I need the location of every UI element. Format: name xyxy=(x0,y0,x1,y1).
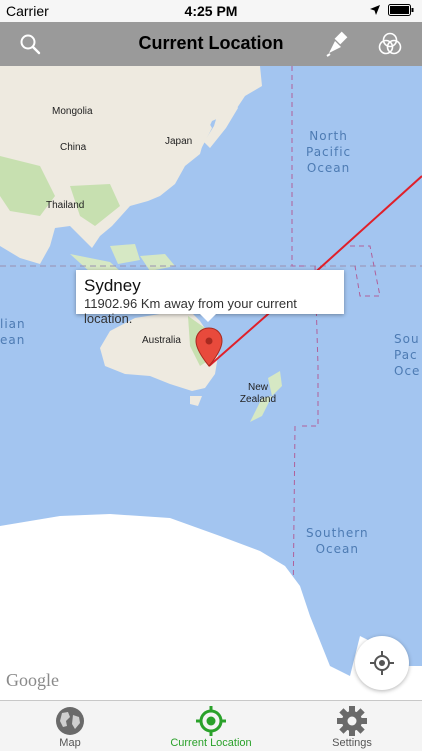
ocean-label-southern: Southern Ocean xyxy=(306,526,369,556)
tab-map[interactable]: Map xyxy=(0,701,140,751)
map-label-china: China xyxy=(60,142,87,153)
page-title: Current Location xyxy=(138,33,284,53)
tab-current-location-label: Current Location xyxy=(170,737,252,749)
nav-bar: Current Location xyxy=(0,22,422,66)
map-label-australia: Australia xyxy=(142,335,181,346)
map-label-new-zealand: New Zealand xyxy=(239,382,277,405)
map-label-mongolia: Mongolia xyxy=(52,106,93,117)
color-circles-icon[interactable] xyxy=(376,30,404,58)
asia-land xyxy=(0,66,262,264)
globe-icon xyxy=(56,707,84,735)
tab-current-location[interactable]: Current Location xyxy=(141,701,281,751)
target-icon xyxy=(196,706,226,736)
map-view[interactable]: Mongolia China Japan Thailand Australia … xyxy=(0,66,422,700)
tab-bar: Map Current Location Settings xyxy=(0,700,422,751)
map-label-thailand: Thailand xyxy=(46,200,85,211)
ocean-label-south-pacific: Sou Pac Oce xyxy=(394,332,421,378)
ocean-label-north-pacific: North Pacific Ocean xyxy=(306,129,352,175)
location-callout[interactable]: Sydney 11902.96 Km away from your curren… xyxy=(76,270,344,326)
brush-icon[interactable] xyxy=(324,30,352,58)
gear-icon xyxy=(337,706,367,736)
callout-distance: 11902.96 Km away from your current locat… xyxy=(84,296,297,326)
tab-map-label: Map xyxy=(59,737,81,749)
tab-settings-label: Settings xyxy=(332,737,372,749)
callout-title: Sydney xyxy=(84,276,141,295)
google-attribution: Google xyxy=(6,670,59,690)
tab-settings[interactable]: Settings xyxy=(282,701,422,751)
ocean-label-indian: lian ean xyxy=(0,317,26,347)
map-label-japan: Japan xyxy=(165,136,193,147)
crosshair-icon xyxy=(370,651,394,675)
battery-icon xyxy=(388,4,414,16)
locate-me-button[interactable] xyxy=(355,636,409,690)
status-time: 4:25 PM xyxy=(184,3,238,19)
status-bar: Carrier 4:25 PM xyxy=(0,0,422,22)
location-arrow-icon xyxy=(370,5,380,15)
